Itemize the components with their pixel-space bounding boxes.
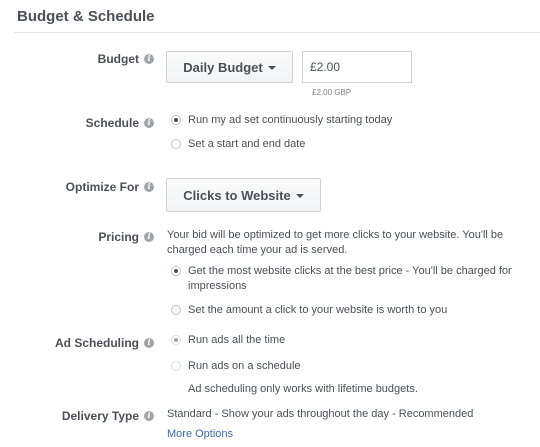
- schedule-option-label: Set a start and end date: [188, 138, 306, 150]
- radio-selected[interactable]: [171, 335, 181, 345]
- ad-scheduling-option-label: Run ads all the time: [188, 334, 286, 346]
- radio-unselected[interactable]: [171, 361, 181, 371]
- radio-selected[interactable]: [171, 115, 181, 125]
- pricing-label-row: Pricing: [98, 230, 154, 244]
- schedule-option-start-end[interactable]: Set a start and end date: [171, 137, 305, 152]
- info-icon[interactable]: [144, 231, 154, 242]
- radio-unselected[interactable]: [171, 139, 181, 149]
- optimize-dropdown[interactable]: Clicks to Website: [166, 178, 321, 212]
- budget-label: Budget: [97, 52, 139, 66]
- budget-amount-note: £2.00 GBP: [312, 88, 352, 97]
- chevron-down-icon: [267, 65, 276, 70]
- ad-scheduling-label-row: Ad Scheduling: [55, 336, 154, 350]
- optimize-label-row: Optimize For: [66, 180, 154, 194]
- radio-unselected[interactable]: [171, 305, 181, 315]
- budget-type-dropdown[interactable]: Daily Budget: [166, 51, 293, 83]
- pricing-option-label: Set the amount a click to your website i…: [188, 304, 448, 316]
- more-options-link[interactable]: More Options: [167, 427, 233, 442]
- budget-schedule-panel: Budget & Schedule Budget Daily Budget £2…: [0, 0, 540, 447]
- radio-selected[interactable]: [171, 266, 181, 276]
- budget-amount-input[interactable]: [302, 51, 412, 83]
- ad-scheduling-option-label: Run ads on a schedule: [188, 360, 301, 372]
- schedule-option-label: Run my ad set continuously starting toda…: [188, 114, 393, 126]
- info-icon[interactable]: [144, 337, 154, 348]
- info-icon[interactable]: [144, 53, 154, 64]
- delivery-label-row: Delivery Type: [62, 409, 154, 423]
- ad-scheduling-label: Ad Scheduling: [55, 336, 139, 350]
- pricing-option-click-value[interactable]: Set the amount a click to your website i…: [171, 303, 447, 318]
- ad-scheduling-option-always[interactable]: Run ads all the time: [171, 333, 285, 348]
- optimize-dropdown-label: Clicks to Website: [183, 187, 291, 203]
- pricing-label: Pricing: [98, 230, 139, 244]
- pricing-description: Your bid will be optimized to get more c…: [167, 229, 504, 256]
- budget-label-row: Budget: [98, 52, 154, 66]
- delivery-label: Delivery Type: [61, 409, 139, 423]
- ad-scheduling-note: Ad scheduling only works with lifetime b…: [188, 383, 418, 395]
- section-divider: [14, 32, 540, 33]
- delivery-value: Standard - Show your ads throughout the …: [167, 408, 474, 420]
- ad-scheduling-option-schedule[interactable]: Run ads on a schedule: [171, 359, 301, 374]
- info-icon[interactable]: [144, 410, 154, 421]
- info-icon[interactable]: [144, 117, 154, 128]
- info-icon[interactable]: [144, 181, 154, 192]
- schedule-option-continuous[interactable]: Run my ad set continuously starting toda…: [171, 113, 392, 128]
- schedule-label: Schedule: [85, 116, 139, 130]
- pricing-option-best-price[interactable]: Get the most website clicks at the best …: [171, 264, 526, 294]
- optimize-label: Optimize For: [65, 180, 139, 194]
- pricing-option-label: Get the most website clicks at the best …: [188, 265, 512, 292]
- budget-type-dropdown-label: Daily Budget: [183, 59, 263, 75]
- section-title: Budget & Schedule: [17, 8, 155, 25]
- chevron-down-icon: [295, 193, 304, 198]
- schedule-label-row: Schedule: [86, 116, 154, 130]
